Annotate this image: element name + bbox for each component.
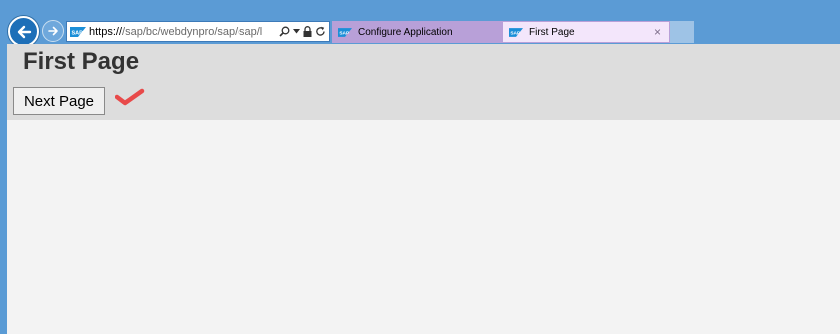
svg-text:SAP: SAP <box>510 30 521 36</box>
close-icon[interactable]: × <box>654 25 661 39</box>
page-title: First Page <box>23 48 140 75</box>
search-icon[interactable] <box>279 26 290 37</box>
back-arrow-icon <box>17 25 31 38</box>
page-header: First Page Next Page <box>7 44 840 120</box>
forward-arrow-icon <box>48 26 58 36</box>
page-content: First Page Next Page <box>7 44 840 334</box>
lock-icon[interactable] <box>303 26 312 37</box>
tab-label: First Page <box>529 26 575 38</box>
next-page-button[interactable]: Next Page <box>13 87 105 115</box>
address-tools <box>279 26 329 37</box>
url-text: https:///sap/bc/webdynpro/sap/cc <box>89 25 239 38</box>
sap-favicon-icon: SAP <box>338 27 352 37</box>
refresh-icon[interactable] <box>315 26 326 37</box>
tab-configure-application[interactable]: SAP Configure Application <box>332 21 502 43</box>
dropdown-caret-icon[interactable] <box>293 29 300 34</box>
sap-favicon-icon: SAP <box>70 26 86 37</box>
browser-chrome: SAP https:///sap/bc/webdynpro/sap/cc sap… <box>0 0 840 47</box>
checkmark-icon <box>115 88 145 106</box>
forward-button[interactable] <box>42 20 64 42</box>
sap-favicon-icon: SAP <box>509 27 523 37</box>
url-overflow-text: sap/l <box>239 25 263 38</box>
tab-first-page[interactable]: SAP First Page × <box>502 21 670 43</box>
tab-label: Configure Application <box>358 26 453 38</box>
new-tab-button[interactable] <box>670 21 694 43</box>
svg-text:SAP: SAP <box>72 30 84 36</box>
address-bar[interactable]: SAP https:///sap/bc/webdynpro/sap/cc sap… <box>66 21 330 42</box>
back-button[interactable] <box>8 16 39 47</box>
svg-text:SAP: SAP <box>339 30 350 36</box>
